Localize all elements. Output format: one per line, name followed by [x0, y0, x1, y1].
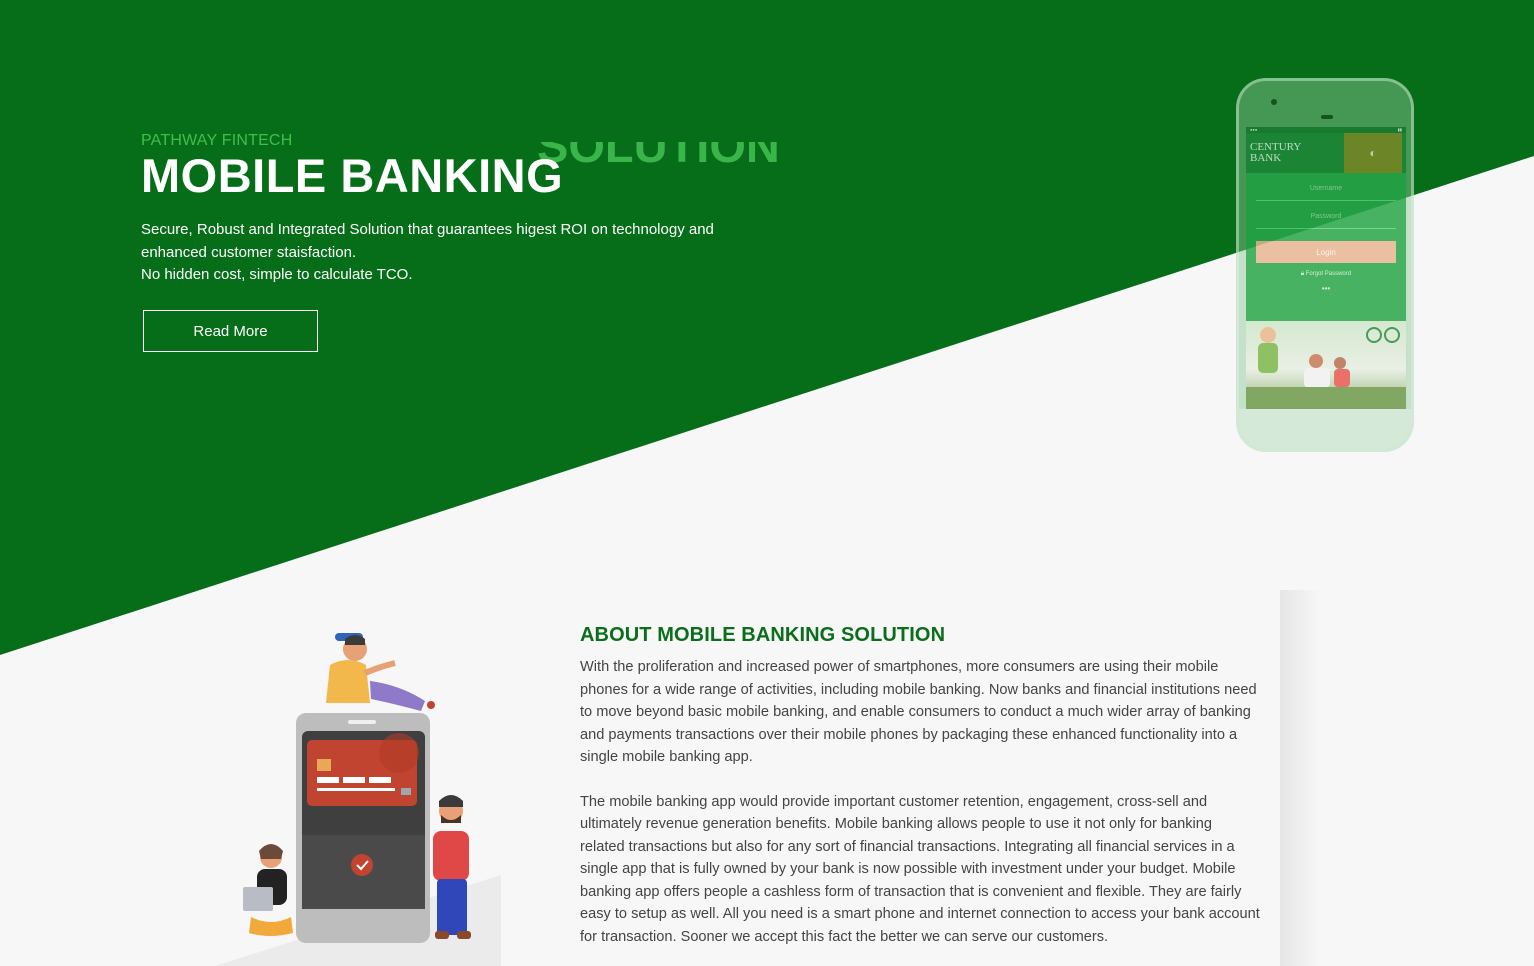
- phone-mockup: ●●● ▮▮ CENTURY BANK ◐ Username Password L…: [1236, 78, 1414, 452]
- hero-title-ghost: SOLUTION: [537, 142, 780, 168]
- read-more-button[interactable]: Read More: [143, 310, 318, 352]
- hero-title-wrap: SOLUTION MOBILE BANKING: [141, 142, 781, 206]
- hero-description-line1: Secure, Robust and Integrated Solution t…: [141, 221, 714, 261]
- about-title: ABOUT MOBILE BANKING SOLUTION: [580, 624, 946, 646]
- about-section: ABOUT MOBILE BANKING SOLUTION With the p…: [580, 624, 1260, 948]
- phone-speaker-icon: [1321, 115, 1333, 119]
- phone-promo-banner: [1246, 321, 1406, 409]
- phone-forgot-password: 🔒︎ Forgot Password: [1300, 271, 1352, 277]
- phone-screen: ●●● ▮▮ CENTURY BANK ◐ Username Password L…: [1246, 127, 1406, 409]
- hero-title: MOBILE BANKING: [141, 149, 564, 202]
- phone-carousel-dots-icon: •••: [1321, 284, 1331, 293]
- phone-app-header: CENTURY BANK ◐: [1246, 133, 1406, 173]
- phone-camera-icon: [1271, 99, 1277, 105]
- bank-logo: CENTURY BANK: [1250, 141, 1302, 164]
- promo-people-icon: [1246, 327, 1406, 409]
- phone-password-field: Password: [1256, 213, 1396, 229]
- phone-login-button: Login: [1256, 241, 1396, 263]
- hero-description: Secure, Robust and Integrated Solution t…: [141, 219, 781, 287]
- about-paragraph-2: The mobile banking app would provide imp…: [580, 793, 1260, 945]
- about-paragraph-1: With the proliferation and increased pow…: [580, 659, 1257, 765]
- about-card-shadow: [1280, 590, 1320, 966]
- phone-chin: [1239, 409, 1411, 449]
- hero-description-line2: No hidden cost, simple to calculate TCO.: [141, 266, 413, 283]
- lock-icon: 🔒︎: [1300, 271, 1305, 277]
- bank-logo-alt-icon: ◐: [1344, 133, 1402, 173]
- mobile-banking-illustration: [215, 633, 501, 966]
- hero-section: PATHWAY FINTECH SOLUTION MOBILE BANKING …: [141, 132, 781, 287]
- phone-username-field: Username: [1256, 185, 1396, 201]
